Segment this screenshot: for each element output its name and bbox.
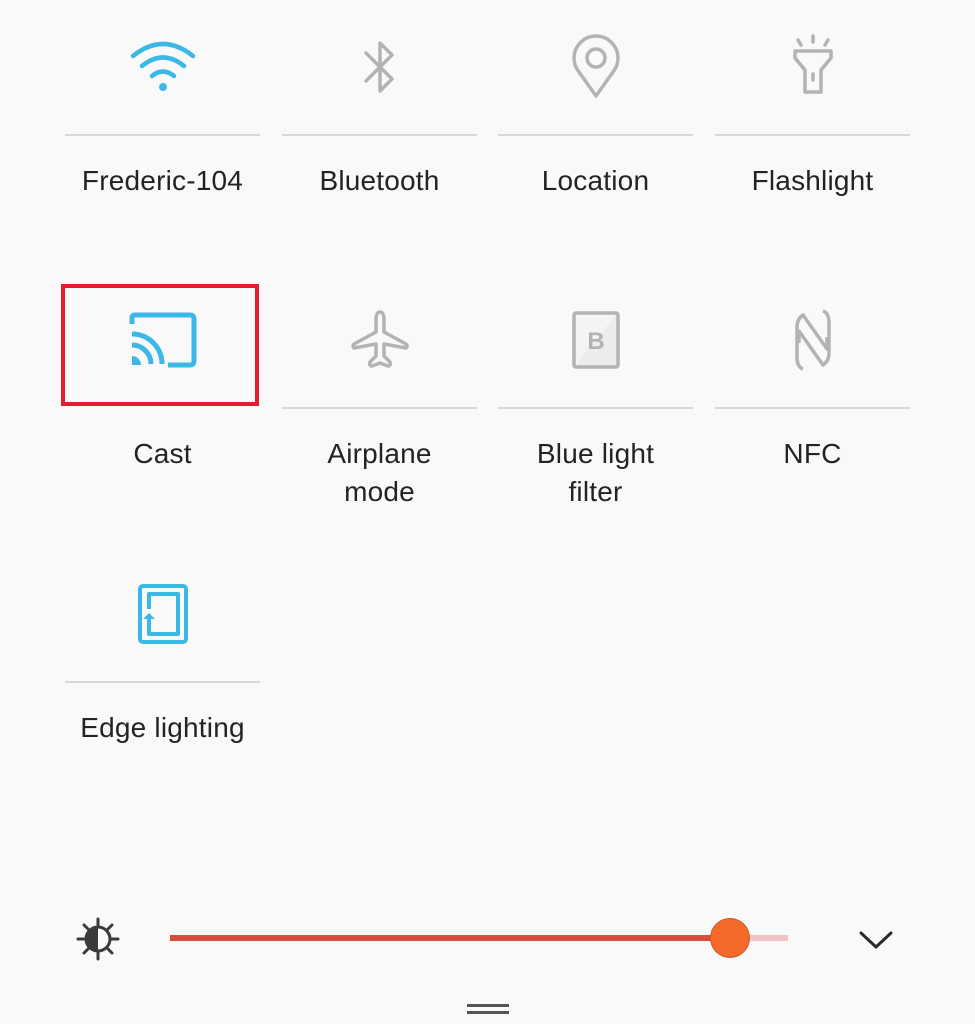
- drag-handle[interactable]: [465, 1002, 511, 1016]
- edge-lighting-icon: [65, 569, 260, 659]
- tile-divider: [65, 681, 260, 683]
- drag-handle-icon: [467, 1004, 509, 1014]
- location-pin-icon: [498, 22, 693, 112]
- bluetooth-icon: [282, 22, 477, 112]
- tile-divider: [498, 134, 693, 136]
- chevron-down-icon: [859, 931, 893, 949]
- tile-label: Frederic-104: [81, 165, 244, 196]
- wifi-icon: [65, 20, 260, 110]
- expand-button[interactable]: [855, 920, 897, 960]
- tile-label: Edge lighting: [80, 712, 245, 743]
- flashlight-icon: [715, 22, 910, 112]
- tile-divider: [282, 407, 477, 409]
- nfc-icon: [715, 295, 910, 385]
- slider-thumb[interactable]: [709, 918, 750, 958]
- tile-divider: [65, 134, 260, 136]
- airplane-icon: [282, 295, 477, 385]
- tile-divider: [498, 407, 693, 409]
- blue-light-glyph: B: [587, 328, 604, 355]
- tile-label: Bluetooth: [319, 165, 440, 196]
- tile-divider: [282, 134, 477, 136]
- tile-label: Location: [541, 165, 650, 196]
- brightness-slider[interactable]: [170, 918, 788, 958]
- tile-divider: [715, 134, 910, 136]
- slider-fill: [170, 935, 730, 941]
- blue-light-filter-icon: B: [498, 295, 693, 385]
- brightness-icon[interactable]: [76, 917, 120, 961]
- cast-highlight-box: [61, 284, 259, 406]
- tile-label: Cast: [133, 438, 192, 469]
- tile-label: Flashlight: [751, 165, 874, 196]
- tile-label: NFC: [783, 438, 842, 469]
- tile-label: Airplane mode: [327, 438, 432, 507]
- tile-divider: [715, 407, 910, 409]
- tile-label: Blue light filter: [536, 438, 655, 507]
